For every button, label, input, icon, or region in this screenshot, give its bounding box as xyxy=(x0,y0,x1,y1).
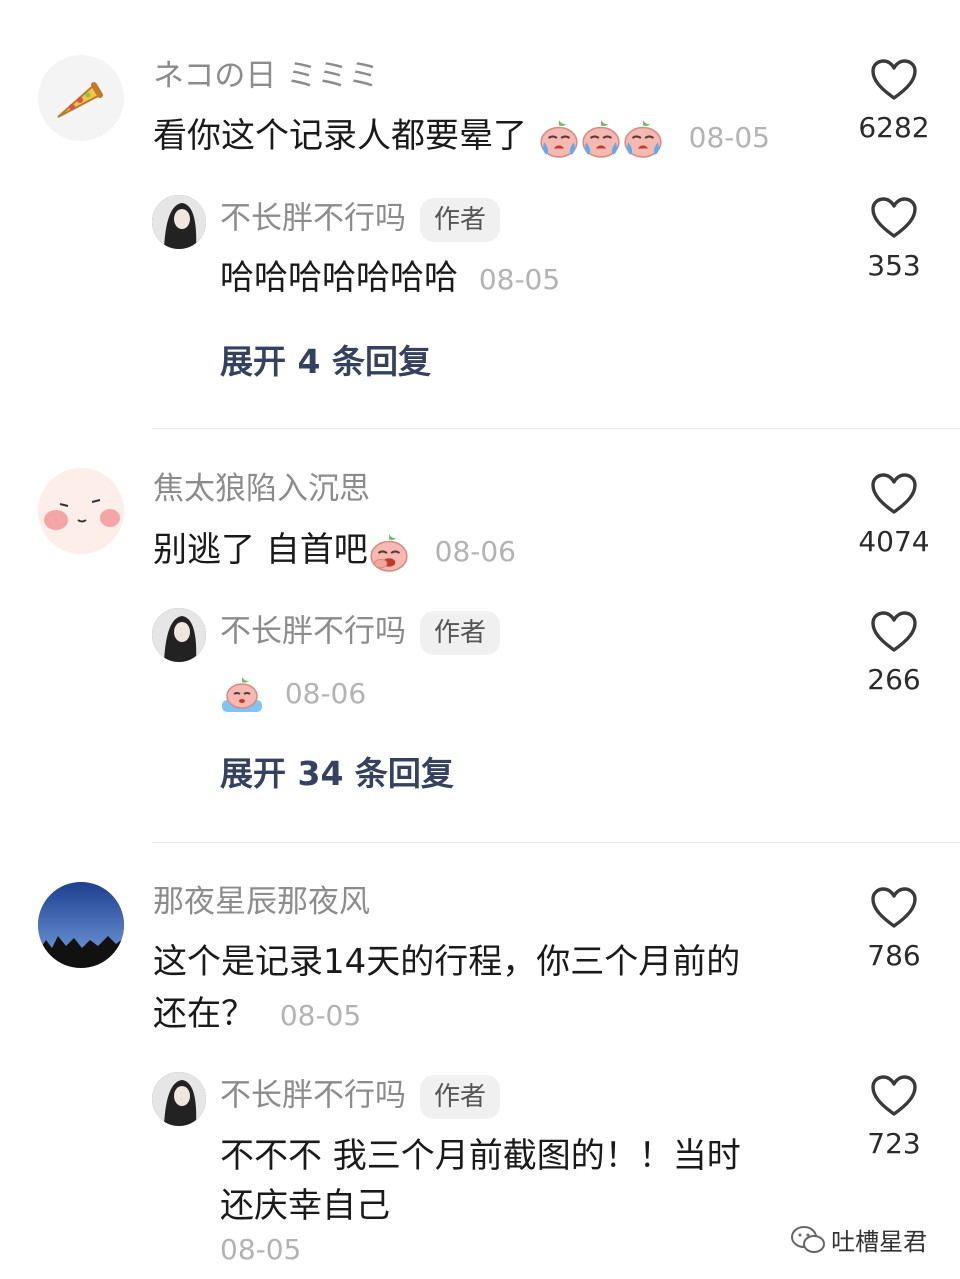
author-photo-icon xyxy=(152,1072,206,1126)
heart-outline-icon[interactable] xyxy=(870,1074,918,1118)
heart-outline-icon[interactable] xyxy=(870,196,918,240)
reply-username[interactable]: 不长胖不行吗 xyxy=(220,614,406,650)
crying-bun-emoji xyxy=(580,117,622,159)
reply-avatar[interactable] xyxy=(152,608,206,662)
like-button[interactable]: 4074 xyxy=(844,472,944,560)
comment-username[interactable]: 焦太狼陷入沉思 xyxy=(153,469,370,509)
author-badge: 作者 xyxy=(420,611,501,655)
reply-text-line1: 不不不 我三个月前截图的！！当时 xyxy=(220,1136,741,1176)
avatar[interactable] xyxy=(38,882,124,968)
reply-date: 08-05 xyxy=(220,1233,302,1266)
like-button[interactable]: 786 xyxy=(844,886,944,974)
divider xyxy=(152,428,960,429)
comment-username[interactable]: ネコの日 ミミミ xyxy=(153,56,379,96)
comment-text: 还在？ 08-05 xyxy=(153,988,361,1042)
wechat-icon xyxy=(791,1225,825,1253)
comment-date: 08-05 xyxy=(688,121,770,154)
reply-text: 哈哈哈哈哈哈哈 08-05 xyxy=(220,252,560,306)
comment-text-line1: 这个是记录14天的行程，你三个月前的 xyxy=(153,942,741,982)
reply-like-button[interactable]: 353 xyxy=(844,196,944,284)
reply-text-content: 哈哈哈哈哈哈哈 xyxy=(220,258,458,298)
like-count: 786 xyxy=(867,939,921,972)
comment-date: 08-05 xyxy=(279,999,362,1032)
comment-text: 别逃了 自首吧 08-06 xyxy=(153,524,516,578)
reply-username-row: 不长胖不行吗 作者 xyxy=(220,611,501,655)
sweating-bun-emoji xyxy=(220,674,264,714)
crying-bun-emoji xyxy=(622,117,664,159)
expand-replies-button[interactable]: 展开 34 条回复 xyxy=(220,752,454,796)
reply-username-row: 不长胖不行吗 作者 xyxy=(220,1075,501,1119)
comment-date: 08-06 xyxy=(434,535,516,568)
like-count: 353 xyxy=(867,249,921,282)
like-count: 4074 xyxy=(858,525,930,558)
reply-text-line2: 还庆幸自己 xyxy=(220,1186,390,1226)
author-photo-icon xyxy=(152,195,206,249)
expand-replies-button[interactable]: 展开 4 条回复 xyxy=(220,340,431,384)
reply-date: 08-06 xyxy=(284,677,367,710)
reply-username[interactable]: 不长胖不行吗 xyxy=(220,1078,406,1114)
laughing-bun-emoji xyxy=(368,531,410,573)
crying-bun-emoji xyxy=(538,117,580,159)
avatar[interactable] xyxy=(38,55,124,141)
reply-avatar[interactable] xyxy=(152,195,206,249)
heart-outline-icon[interactable] xyxy=(870,472,918,516)
heart-outline-icon[interactable] xyxy=(870,886,918,930)
like-button[interactable]: 6282 xyxy=(844,58,944,146)
watermark: 吐槽星君 xyxy=(790,1222,927,1257)
reply-date: 08-05 xyxy=(478,263,561,296)
author-badge: 作者 xyxy=(420,1075,501,1119)
comment-text: 看你这个记录人都要晕了 08-05 xyxy=(153,110,770,164)
night-sky-icon xyxy=(38,882,124,968)
like-count: 723 xyxy=(867,1127,921,1160)
heart-outline-icon[interactable] xyxy=(870,58,918,102)
reply-avatar[interactable] xyxy=(152,1072,206,1126)
author-badge: 作者 xyxy=(420,198,501,242)
pizza-icon xyxy=(57,82,103,118)
reply-like-button[interactable]: 723 xyxy=(844,1074,944,1162)
reply-username[interactable]: 不长胖不行吗 xyxy=(220,201,406,237)
like-count: 6282 xyxy=(858,111,930,144)
reply-text: 08-06 xyxy=(220,666,366,720)
like-count: 266 xyxy=(867,663,921,696)
comment-text-content: 别逃了 自首吧 xyxy=(153,530,368,570)
comment-text-content: 看你这个记录人都要晕了 xyxy=(153,116,527,156)
heart-outline-icon[interactable] xyxy=(870,610,918,654)
blush-face-icon xyxy=(38,468,124,554)
avatar[interactable] xyxy=(38,468,124,554)
author-photo-icon xyxy=(152,608,206,662)
reply-username-row: 不长胖不行吗 作者 xyxy=(220,198,501,242)
divider xyxy=(152,842,960,843)
comment-username[interactable]: 那夜星辰那夜风 xyxy=(153,882,370,922)
comment-text-line2: 还在？ xyxy=(153,994,255,1034)
watermark-text: 吐槽星君 xyxy=(831,1228,928,1256)
reply-like-button[interactable]: 266 xyxy=(844,610,944,698)
